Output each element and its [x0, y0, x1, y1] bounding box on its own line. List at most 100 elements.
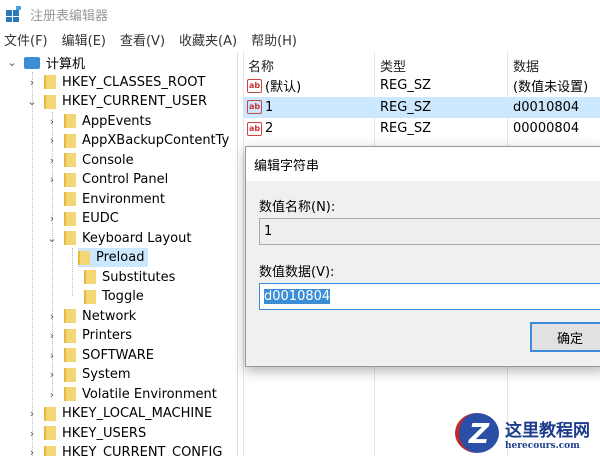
folder-icon	[64, 367, 76, 382]
folder-icon	[64, 114, 76, 128]
value-data-text: d0010804	[264, 289, 331, 304]
menu-favorites[interactable]: 收藏夹(A)	[179, 30, 237, 50]
value-name-label: 数值名称(N):	[259, 200, 336, 215]
folder-icon	[64, 309, 76, 323]
tree-item[interactable]: › AppXBackupContentTy	[46, 131, 229, 150]
chevron-right-icon[interactable]: ›	[46, 154, 58, 167]
value-data: (数值未设置)	[513, 80, 589, 95]
folder-icon	[84, 289, 96, 304]
tree-item-label: Printers	[82, 328, 133, 343]
computer-icon	[24, 56, 40, 69]
window-title: 注册表编辑器	[30, 8, 109, 24]
watermark-url: herecours.com	[505, 440, 580, 451]
chevron-right-icon[interactable]: ›	[46, 212, 58, 225]
chevron-right-icon[interactable]: ›	[46, 115, 58, 128]
tree-item-label: HKEY_CLASSES_ROOT	[62, 74, 206, 90]
tree-item[interactable]: › HKEY_CLASSES_ROOT	[26, 73, 206, 92]
tree-item-label: Preload	[96, 250, 145, 265]
chevron-down-icon[interactable]: ⌄	[6, 56, 18, 69]
menu-file[interactable]: 文件(F)	[4, 30, 48, 50]
title-bar: 注册表编辑器	[0, 0, 600, 28]
folder-icon	[64, 387, 76, 401]
watermark-logo: Z	[455, 413, 499, 453]
tree-item[interactable]: › Volatile Environment	[46, 385, 217, 404]
tree-item[interactable]: Toggle	[66, 287, 144, 306]
tree-item-label: Keyboard Layout	[82, 230, 192, 246]
registry-editor-icon	[6, 6, 22, 22]
tree-item[interactable]: › Printers	[46, 326, 132, 345]
chevron-right-icon[interactable]: ›	[26, 76, 38, 89]
tree-item[interactable]: › HKEY_USERS	[26, 424, 146, 443]
tree-item-label: SOFTWARE	[82, 347, 154, 363]
folder-icon	[78, 250, 90, 265]
tree-item[interactable]: ⌄ HKEY_CURRENT_USER	[26, 92, 207, 111]
string-value-icon: ab	[247, 78, 262, 93]
value-name: 1	[265, 99, 274, 115]
chevron-right-icon[interactable]: ›	[26, 407, 38, 420]
value-name-text: 1	[264, 224, 273, 239]
value-data: 00000804	[513, 121, 580, 136]
column-header-type[interactable]: 类型	[380, 56, 406, 75]
tree-item[interactable]: Preload	[78, 248, 149, 267]
tree-item-label: HKEY_LOCAL_MACHINE	[62, 406, 213, 421]
tree-item[interactable]: › Control Panel	[46, 170, 168, 189]
value-data: d0010804	[513, 99, 580, 115]
chevron-down-icon[interactable]: ⌄	[26, 95, 38, 108]
tree-item[interactable]: › Console	[46, 151, 134, 170]
folder-icon	[64, 328, 76, 343]
chevron-right-icon[interactable]: ›	[46, 349, 58, 362]
value-type: REG_SZ	[380, 78, 431, 93]
tree-item[interactable]: › HKEY_LOCAL_MACHINE	[26, 404, 212, 423]
folder-icon	[64, 231, 76, 245]
chevron-down-icon[interactable]: ⌄	[46, 232, 58, 245]
tree-item[interactable]: › Network	[46, 307, 136, 326]
tree-item-label: 计算机	[46, 57, 86, 72]
value-row[interactable]: ab (默认) REG_SZ (数值未设置)	[243, 75, 600, 96]
menu-edit[interactable]: 编辑(E)	[62, 30, 106, 50]
string-value-icon: ab	[247, 100, 262, 114]
tree-item-label: Substitutes	[102, 269, 176, 285]
tree-item[interactable]: › AppEvents	[46, 112, 152, 131]
chevron-right-icon[interactable]: ›	[46, 173, 58, 186]
value-name-field[interactable]: 1	[259, 218, 600, 245]
folder-icon	[64, 133, 76, 148]
watermark: Z 这里教程网 herecours.com	[455, 410, 600, 456]
chevron-right-icon[interactable]: ›	[46, 329, 58, 342]
value-row[interactable]: ab 1 REG_SZ d0010804	[243, 96, 600, 118]
folder-icon	[44, 406, 56, 421]
column-header-name[interactable]: 名称	[248, 56, 274, 75]
tree-item[interactable]: ⌄ 计算机	[6, 53, 85, 72]
value-type: REG_SZ	[380, 99, 431, 115]
menu-bar: 文件(F) 编辑(E) 查看(V) 收藏夹(A) 帮助(H)	[0, 30, 297, 50]
tree-item[interactable]: ⌄ Keyboard Layout	[46, 229, 191, 248]
menu-view[interactable]: 查看(V)	[120, 30, 165, 50]
tree-item-label: AppEvents	[82, 113, 152, 129]
tree-item-label: AppXBackupContentTy	[82, 133, 230, 148]
chevron-right-icon[interactable]: ›	[46, 368, 58, 381]
tree-item[interactable]: › SOFTWARE	[46, 346, 154, 365]
folder-icon	[44, 445, 56, 456]
tree-item-label: HKEY_CURRENT_USER	[62, 94, 208, 109]
chevron-right-icon[interactable]: ›	[46, 310, 58, 323]
value-name: (默认)	[265, 80, 302, 95]
chevron-right-icon[interactable]: ›	[26, 446, 38, 456]
tree-item[interactable]: › HKEY_CURRENT_CONFIG	[26, 443, 222, 456]
tree-item[interactable]: Environment	[46, 190, 165, 209]
column-header-data[interactable]: 数据	[513, 56, 539, 75]
tree-item[interactable]: › System	[46, 365, 131, 384]
tree-item[interactable]: Substitutes	[66, 268, 175, 287]
menu-help[interactable]: 帮助(H)	[251, 30, 297, 50]
tree-item-label: EUDC	[82, 211, 119, 226]
tree-item-label: HKEY_CURRENT_CONFIG	[62, 445, 223, 456]
chevron-right-icon[interactable]: ›	[46, 134, 58, 147]
chevron-right-icon[interactable]: ›	[26, 427, 38, 440]
tree-guide-line	[32, 72, 33, 456]
tree-item-label: System	[82, 367, 131, 382]
ok-button[interactable]: 确定	[530, 322, 600, 352]
tree-item[interactable]: › EUDC	[46, 209, 119, 228]
value-type: REG_SZ	[380, 121, 431, 136]
tree-item-label: Control Panel	[82, 172, 169, 187]
value-row[interactable]: ab 2 REG_SZ 00000804	[243, 118, 600, 139]
value-data-field[interactable]: d0010804	[259, 283, 600, 310]
chevron-right-icon[interactable]: ›	[46, 388, 58, 401]
